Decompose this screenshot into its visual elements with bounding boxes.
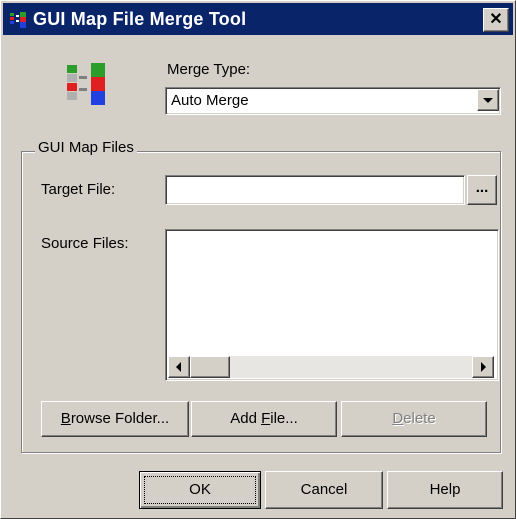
target-file-input[interactable]	[165, 175, 465, 205]
merge-tool-dialog: GUI Map File Merge Tool ✕ Merge Type: Au…	[0, 0, 516, 519]
scroll-left-button[interactable]	[168, 356, 190, 378]
delete-button[interactable]: Delete	[341, 401, 487, 437]
ellipsis-icon: ...	[475, 179, 489, 196]
source-files-list[interactable]	[165, 229, 499, 381]
merge-type-label: Merge Type:	[167, 61, 251, 78]
source-files-label: Source Files:	[41, 235, 129, 252]
help-button[interactable]: Help	[387, 471, 503, 509]
close-icon: ✕	[489, 11, 503, 28]
scroll-thumb[interactable]	[190, 356, 230, 378]
group-title: GUI Map Files	[35, 139, 137, 156]
close-button[interactable]: ✕	[483, 8, 509, 32]
arrow-left-icon	[176, 362, 181, 372]
focus-rect	[144, 476, 256, 504]
app-icon	[10, 12, 26, 28]
browse-target-button[interactable]: ...	[467, 175, 497, 205]
chevron-down-icon	[483, 98, 493, 103]
add-file-button[interactable]: Add File...	[191, 401, 337, 437]
title-bar[interactable]: GUI Map File Merge Tool ✕	[3, 3, 513, 35]
dropdown-button[interactable]	[477, 89, 499, 111]
ok-button[interactable]: OK	[139, 471, 261, 509]
merge-logo-icon	[67, 63, 105, 105]
scroll-right-button[interactable]	[472, 356, 494, 378]
merge-type-value: Auto Merge	[171, 92, 249, 109]
window-title: GUI Map File Merge Tool	[33, 9, 247, 29]
target-file-label: Target File:	[41, 181, 116, 198]
browse-folder-button[interactable]: Browse Folder...	[41, 401, 189, 437]
merge-type-select[interactable]: Auto Merge	[165, 87, 501, 115]
horizontal-scrollbar[interactable]	[168, 356, 494, 378]
arrow-right-icon	[481, 362, 486, 372]
cancel-button[interactable]: Cancel	[265, 471, 383, 509]
